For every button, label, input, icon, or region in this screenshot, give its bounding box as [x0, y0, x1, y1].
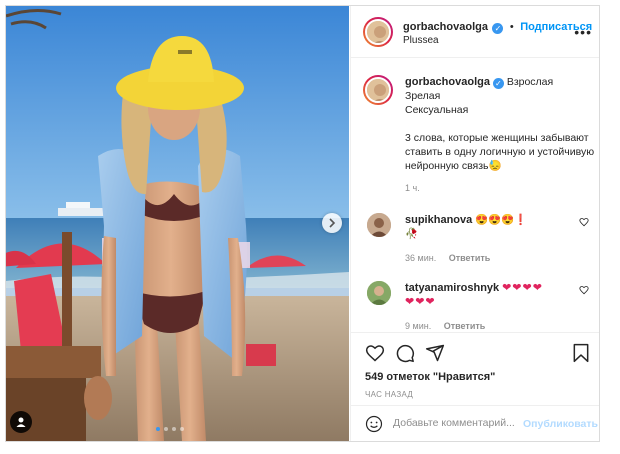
post-time[interactable]: ЧАС НАЗАД: [365, 390, 413, 399]
comment-time[interactable]: 9 мин.: [405, 321, 431, 331]
verified-badge-icon: ✓: [492, 78, 504, 89]
more-options-button[interactable]: •••: [574, 24, 592, 40]
avatar-image: [367, 79, 389, 101]
carousel-next-button[interactable]: [322, 213, 342, 233]
caption-time[interactable]: 1 ч.: [405, 181, 599, 195]
emoji-icon[interactable]: [365, 415, 383, 433]
avatar-image: [367, 213, 391, 237]
comment-username[interactable]: supikhanova: [405, 214, 472, 226]
comment-like-icon[interactable]: [579, 285, 589, 295]
post-actions: 549 отметок "Нравится" ЧАС НАЗАД Опублик…: [351, 332, 599, 441]
avatar-image: [367, 281, 391, 305]
comment-text: ❤❤❤❤: [502, 282, 543, 294]
carousel-dot: [164, 427, 168, 431]
comment-time[interactable]: 36 мин.: [405, 253, 436, 263]
add-comment-input[interactable]: [393, 417, 523, 429]
comments-list: gorbachovaolga ✓ Взрослая Зрелая Сексуал…: [351, 59, 599, 332]
page: gorbachovaolga ✓ • Подписаться Plussea •…: [0, 0, 620, 454]
heart-icon[interactable]: [365, 343, 385, 363]
caption-text: gorbachovaolga ✓ Взрослая Зрелая Сексуал…: [405, 75, 599, 195]
caption-emoji: 😓: [488, 160, 502, 172]
commenter-avatar[interactable]: [367, 213, 391, 237]
post-header: gorbachovaolga ✓ • Подписаться Plussea •…: [351, 6, 599, 58]
comment-username[interactable]: tatyanamiroshnyk: [405, 282, 499, 294]
comment-icon[interactable]: [395, 343, 415, 363]
chevron-right-icon: [329, 218, 336, 228]
share-icon[interactable]: [425, 343, 445, 363]
caption-line-2: Зрелая: [405, 90, 441, 102]
add-comment-bar: Опубликовать: [351, 405, 599, 441]
post-photo[interactable]: [6, 6, 349, 441]
avatar-image: [367, 21, 389, 43]
user-tag-icon: [16, 417, 26, 427]
reply-button[interactable]: Ответить: [449, 253, 491, 263]
caption-line-1: Взрослая: [506, 76, 554, 88]
reply-button[interactable]: Ответить: [444, 321, 486, 331]
user-tag-button[interactable]: [10, 411, 32, 433]
instagram-post: gorbachovaolga ✓ • Подписаться Plussea •…: [5, 5, 600, 442]
verified-badge-icon: ✓: [492, 23, 504, 34]
post-sidebar: gorbachovaolga ✓ • Подписаться Plussea •…: [350, 6, 599, 441]
likes-count[interactable]: 549 отметок "Нравится": [365, 371, 495, 383]
carousel-dot: [180, 427, 184, 431]
author-avatar[interactable]: [363, 17, 393, 47]
author-username[interactable]: gorbachovaolga: [403, 21, 488, 33]
comment-text: 😍😍😍❗: [475, 214, 528, 226]
carousel-indicator: [156, 427, 184, 431]
carousel-dot-active: [156, 427, 160, 431]
commenter-avatar[interactable]: [367, 281, 391, 305]
comment-text-extra: 🥀: [405, 228, 419, 240]
caption-avatar[interactable]: [363, 75, 393, 105]
carousel-dot: [172, 427, 176, 431]
comment-like-icon[interactable]: [579, 217, 589, 227]
post-location[interactable]: Plussea: [403, 35, 439, 46]
caption-line-3: Сексуальная: [405, 104, 469, 116]
comment-text-extra: ❤❤❤: [405, 296, 436, 308]
header-separator: •: [509, 21, 514, 33]
bookmark-icon[interactable]: [572, 343, 590, 363]
publish-button[interactable]: Опубликовать: [523, 418, 598, 430]
beach-photo-illustration: [6, 6, 349, 441]
caption-username[interactable]: gorbachovaolga: [405, 76, 490, 88]
